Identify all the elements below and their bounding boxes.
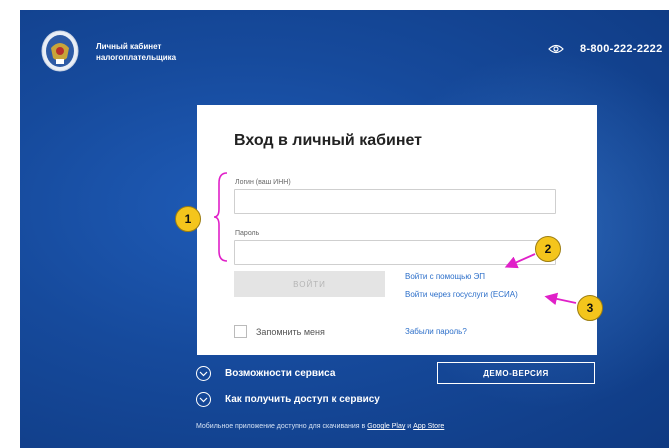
eye-icon[interactable] (548, 44, 564, 54)
curly-brace-annotation (213, 172, 228, 262)
get-access-label: Как получить доступ к сервису (225, 394, 380, 405)
brand-line-1: Личный кабинет (96, 42, 162, 51)
forgot-password-link[interactable]: Забыли пароль? (405, 327, 467, 336)
remember-me[interactable]: Запомнить меня (234, 325, 325, 338)
login-title: Вход в личный кабинет (234, 132, 422, 149)
brand-title[interactable]: Личный кабинет налогоплательщика (96, 41, 176, 63)
mobile-app-note: Мобильное приложение доступно для скачив… (196, 423, 444, 430)
annotation-badge-1: 1 (175, 206, 201, 232)
login-with-ep-link[interactable]: Войти с помощью ЭП (405, 272, 485, 281)
header-right: 8-800-222-2222 (548, 43, 662, 55)
login-with-esia-link[interactable]: Войти через госуслуги (ЕСИА) (405, 290, 518, 299)
phone-number: 8-800-222-2222 (580, 43, 663, 55)
password-label: Пароль (235, 230, 260, 237)
app-store-link[interactable]: App Store (413, 423, 444, 430)
password-input[interactable] (234, 240, 556, 265)
login-label: Логин (ваш ИНН) (235, 179, 291, 186)
mobile-app-and: и (407, 423, 412, 430)
login-card: Вход в личный кабинет Логин (ваш ИНН) Па… (197, 105, 597, 355)
service-capabilities-label: Возможности сервиса (225, 368, 336, 379)
demo-version-button[interactable]: ДЕМО-ВЕРСИЯ (437, 362, 595, 384)
chevron-down-icon (196, 392, 211, 407)
login-button[interactable]: ВОЙТИ (234, 271, 385, 297)
remember-me-label: Запомнить меня (256, 326, 325, 337)
fns-emblem-icon (41, 30, 79, 72)
service-capabilities[interactable]: Возможности сервиса (196, 366, 335, 381)
mobile-app-text: Мобильное приложение доступно для скачив… (196, 423, 366, 430)
remember-me-checkbox[interactable] (234, 325, 247, 338)
get-access-info[interactable]: Как получить доступ к сервису (196, 392, 380, 407)
google-play-link[interactable]: Google Play (367, 423, 405, 430)
chevron-down-icon (196, 366, 211, 381)
brand-line-2: налогоплательщика (96, 53, 177, 62)
annotation-badge-2: 2 (535, 236, 561, 262)
annotation-badge-3: 3 (577, 295, 603, 321)
page-background: Личный кабинет налогоплательщика 8-800-2… (20, 10, 669, 448)
login-input[interactable] (234, 189, 556, 214)
